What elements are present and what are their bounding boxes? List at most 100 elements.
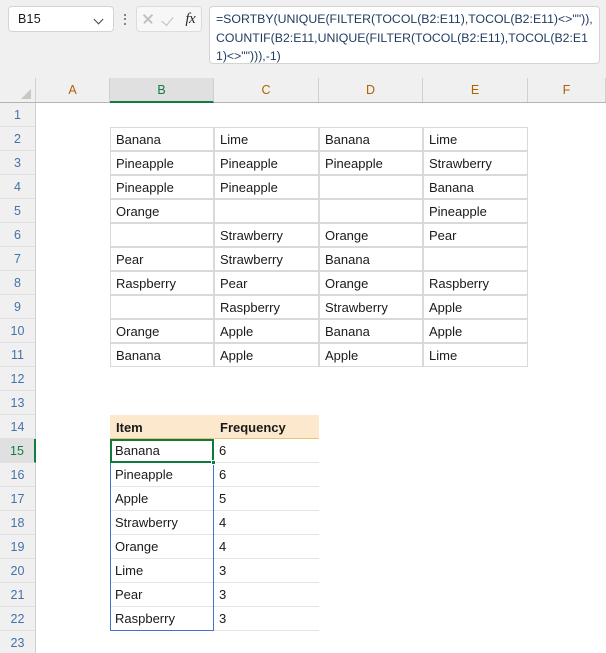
source-cell-B2[interactable]: Banana	[110, 127, 214, 151]
result-cell-frequency-15[interactable]: 6	[214, 439, 319, 463]
row-header-7[interactable]: 7	[0, 247, 35, 271]
row-header-22[interactable]: 22	[0, 607, 35, 631]
source-cell-B8[interactable]: Raspberry	[110, 271, 214, 295]
result-cell-frequency-22[interactable]: 3	[214, 607, 319, 631]
row-header-3[interactable]: 3	[0, 151, 35, 175]
source-cell-D8[interactable]: Orange	[319, 271, 423, 295]
select-all-corner-button[interactable]	[0, 78, 36, 102]
source-cell-D2[interactable]: Banana	[319, 127, 423, 151]
source-cell-C6[interactable]: Strawberry	[214, 223, 319, 247]
result-cell-item-17[interactable]: Apple	[110, 487, 214, 511]
source-cell-D3[interactable]: Pineapple	[319, 151, 423, 175]
result-cell-item-15[interactable]: Banana	[110, 439, 214, 463]
source-cell-D4[interactable]	[319, 175, 423, 199]
source-cell-B7[interactable]: Pear	[110, 247, 214, 271]
result-cell-frequency-16[interactable]: 6	[214, 463, 319, 487]
result-cell-frequency-18[interactable]: 4	[214, 511, 319, 535]
source-cell-E8[interactable]: Raspberry	[423, 271, 528, 295]
column-header-d[interactable]: D	[319, 78, 423, 102]
row-header-9[interactable]: 9	[0, 295, 35, 319]
row-header-14[interactable]: 14	[0, 415, 35, 439]
row-header-2[interactable]: 2	[0, 127, 35, 151]
source-cell-C11[interactable]: Apple	[214, 343, 319, 367]
source-cell-D10[interactable]: Banana	[319, 319, 423, 343]
source-cell-E5[interactable]: Pineapple	[423, 199, 528, 223]
result-cell-item-19[interactable]: Orange	[110, 535, 214, 559]
column-header-a[interactable]: A	[36, 78, 110, 102]
source-cell-C5[interactable]	[214, 199, 319, 223]
formula-bar-region: B15 fx =SORTBY(UNIQUE(FILTER(TOCOL(B2:E1…	[0, 0, 606, 78]
row-header-18[interactable]: 18	[0, 511, 35, 535]
source-cell-D9[interactable]: Strawberry	[319, 295, 423, 319]
result-cell-frequency-21[interactable]: 3	[214, 583, 319, 607]
result-cell-frequency-17[interactable]: 5	[214, 487, 319, 511]
source-cell-D7[interactable]: Banana	[319, 247, 423, 271]
row-header-17[interactable]: 17	[0, 487, 35, 511]
column-header-b[interactable]: B	[110, 78, 214, 103]
source-cell-C8[interactable]: Pear	[214, 271, 319, 295]
formula-bar-more-options-icon[interactable]	[121, 12, 129, 26]
formula-input[interactable]: =SORTBY(UNIQUE(FILTER(TOCOL(B2:E11),TOCO…	[209, 6, 600, 64]
row-header-16[interactable]: 16	[0, 463, 35, 487]
row-header-15[interactable]: 15	[0, 439, 36, 463]
result-header-frequency[interactable]: Frequency	[214, 415, 319, 439]
row-header-1[interactable]: 1	[0, 103, 35, 127]
source-cell-D11[interactable]: Apple	[319, 343, 423, 367]
source-cell-E7[interactable]	[423, 247, 528, 271]
chevron-down-icon[interactable]	[94, 14, 105, 25]
result-cell-item-20[interactable]: Lime	[110, 559, 214, 583]
cancel-icon[interactable]	[139, 10, 157, 28]
result-cell-item-21[interactable]: Pear	[110, 583, 214, 607]
result-cell-frequency-19[interactable]: 4	[214, 535, 319, 559]
source-cell-E6[interactable]: Pear	[423, 223, 528, 247]
source-cell-B9[interactable]	[110, 295, 214, 319]
source-cell-E3[interactable]: Strawberry	[423, 151, 528, 175]
source-cell-B3[interactable]: Pineapple	[110, 151, 214, 175]
source-cell-E10[interactable]: Apple	[423, 319, 528, 343]
source-cell-C4[interactable]: Pineapple	[214, 175, 319, 199]
source-cell-B6[interactable]	[110, 223, 214, 247]
source-cell-B11[interactable]: Banana	[110, 343, 214, 367]
result-cell-item-22[interactable]: Raspberry	[110, 607, 214, 631]
source-cell-B10[interactable]: Orange	[110, 319, 214, 343]
source-cell-C10[interactable]: Apple	[214, 319, 319, 343]
row-header-21[interactable]: 21	[0, 583, 35, 607]
name-box[interactable]: B15	[8, 6, 114, 32]
source-cell-E2[interactable]: Lime	[423, 127, 528, 151]
column-header-e[interactable]: E	[423, 78, 528, 102]
source-cell-E9[interactable]: Apple	[423, 295, 528, 319]
row-headers: 1 2 3 4 5 6 7 8 9 10 11 12 13 14 15 16 17 18 19 20 21 22 23	[0, 103, 36, 653]
source-cell-C7[interactable]: Strawberry	[214, 247, 319, 271]
source-cell-B4[interactable]: Pineapple	[110, 175, 214, 199]
source-cell-B5[interactable]: Orange	[110, 199, 214, 223]
source-cell-D5[interactable]	[319, 199, 423, 223]
column-header-c[interactable]: C	[214, 78, 319, 102]
spreadsheet-grid[interactable]: ABCDEF 1 2 3 4 5 6 7 8 9 10 11 12 13 14 15 16 17 18 19 20 21…	[0, 78, 606, 653]
row-header-20[interactable]: 20	[0, 559, 35, 583]
source-cell-C9[interactable]: Raspberry	[214, 295, 319, 319]
fx-icon[interactable]: fx	[181, 10, 199, 28]
row-header-11[interactable]: 11	[0, 343, 35, 367]
check-icon[interactable]	[160, 10, 178, 28]
row-header-6[interactable]: 6	[0, 223, 35, 247]
source-cell-E4[interactable]: Banana	[423, 175, 528, 199]
column-header-f[interactable]: F	[528, 78, 606, 102]
result-cell-item-18[interactable]: Strawberry	[110, 511, 214, 535]
row-header-10[interactable]: 10	[0, 319, 35, 343]
result-header-item[interactable]: Item	[110, 415, 214, 439]
row-header-4[interactable]: 4	[0, 175, 35, 199]
row-header-8[interactable]: 8	[0, 271, 35, 295]
row-header-23[interactable]: 23	[0, 631, 35, 653]
row-header-13[interactable]: 13	[0, 391, 35, 415]
row-header-12[interactable]: 12	[0, 367, 35, 391]
source-cell-C3[interactable]: Pineapple	[214, 151, 319, 175]
cell-area[interactable]: Banana Lime Banana Lime Pineapple Pineapple Pi…	[36, 103, 606, 653]
source-cell-D6[interactable]: Orange	[319, 223, 423, 247]
result-cell-item-16[interactable]: Pineapple	[110, 463, 214, 487]
fill-handle[interactable]	[211, 460, 216, 465]
row-header-19[interactable]: 19	[0, 535, 35, 559]
result-cell-frequency-20[interactable]: 3	[214, 559, 319, 583]
row-header-5[interactable]: 5	[0, 199, 35, 223]
source-cell-C2[interactable]: Lime	[214, 127, 319, 151]
source-cell-E11[interactable]: Lime	[423, 343, 528, 367]
